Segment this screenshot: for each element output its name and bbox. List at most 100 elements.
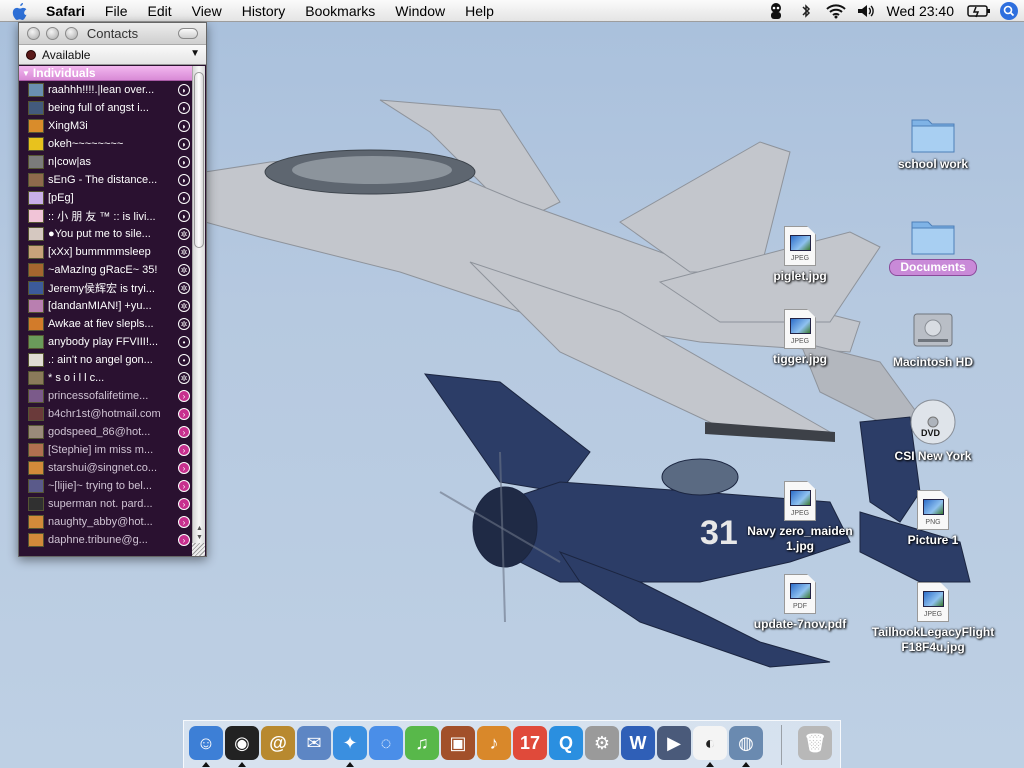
dvd-icon[interactable]: DVD	[909, 398, 957, 446]
desktop-item-label[interactable]: CSI New York	[895, 449, 972, 464]
folder-icon[interactable]	[910, 112, 956, 154]
desktop-item[interactable]: Documents	[868, 214, 998, 276]
buddy-row[interactable]: [xXx] bummmmsleep ✲	[19, 243, 193, 261]
buddy-row[interactable]: XingM3i ◗	[19, 117, 193, 135]
apple-icon[interactable]	[0, 0, 40, 22]
quicktime-icon[interactable]: Q	[549, 726, 583, 760]
desktop-item[interactable]: JPEG tigger.jpg	[735, 309, 865, 367]
buddy-row[interactable]: Awkae at fiev slepls... ✲	[19, 315, 193, 333]
trash-icon[interactable]: 🗑	[798, 726, 832, 760]
buddy-row[interactable]: ~aMazIng gRacE~ 35! ✲	[19, 261, 193, 279]
resize-grip[interactable]	[192, 543, 205, 556]
toolbar-toggle-button[interactable]	[178, 28, 198, 39]
scroll-arrows[interactable]: ▲ ▼	[193, 524, 206, 542]
menu-window[interactable]: Window	[385, 0, 455, 22]
buddy-row[interactable]: sEnG - The distance... ◗	[19, 171, 193, 189]
jpeg-file-icon[interactable]: JPEG	[784, 481, 816, 521]
buddy-row[interactable]: ●You put me to sile... ✲	[19, 225, 193, 243]
desktop-item[interactable]: DVD CSI New York	[868, 398, 998, 464]
address-book-icon[interactable]: @	[261, 726, 295, 760]
desktop-item[interactable]: JPEG TailhookLegacyFlight F18F4u.jpg	[868, 582, 998, 655]
buddy-status-icon: ◗	[178, 174, 190, 186]
desktop-item-label[interactable]: update-7nov.pdf	[754, 617, 846, 632]
preview-icon[interactable]: ◍	[729, 726, 763, 760]
desktop-item[interactable]: Macintosh HD	[868, 306, 998, 370]
buddy-row[interactable]: Jeremy侯辉宏 is tryi... ✲	[19, 279, 193, 297]
menu-clock[interactable]: Wed 23:40	[881, 3, 964, 19]
itunes-icon[interactable]: ♫	[405, 726, 439, 760]
buddy-avatar	[28, 245, 44, 259]
word-icon[interactable]: W	[621, 726, 655, 760]
desktop-item-label[interactable]: Picture 1	[908, 533, 959, 548]
buddy-row[interactable]: okeh~~~~~~~~ ◗	[19, 135, 193, 153]
buddy-row[interactable]: anybody play FFVIII!... •	[19, 333, 193, 351]
imovie-icon[interactable]: ▶	[657, 726, 691, 760]
ichat-icon[interactable]: ◌	[369, 726, 403, 760]
battery-icon[interactable]	[964, 0, 994, 22]
volume-icon[interactable]	[851, 0, 881, 22]
menu-edit[interactable]: Edit	[137, 0, 181, 22]
buddy-row[interactable]: [dandanMIAN!] +yu... ✲	[19, 297, 193, 315]
buddy-row[interactable]: [pEg] ◗	[19, 189, 193, 207]
desktop-item[interactable]: PNG Picture 1	[868, 490, 998, 548]
bluetooth-icon[interactable]	[791, 0, 821, 22]
desktop-item[interactable]: PDF update-7nov.pdf	[735, 574, 865, 632]
dashboard-icon[interactable]: ◉	[225, 726, 259, 760]
buddy-row[interactable]: superman not. pard... ›	[19, 495, 193, 513]
finder-icon[interactable]: ☺	[189, 726, 223, 760]
desktop-item-label[interactable]: school work	[898, 157, 968, 172]
buddy-row[interactable]: godspeed_86@hot... ›	[19, 423, 193, 441]
desktop-item[interactable]: school work	[868, 112, 998, 172]
buddy-row[interactable]: n|cow|as ◗	[19, 153, 193, 171]
hard-drive-icon[interactable]	[910, 306, 956, 352]
safari-icon[interactable]: ✦	[333, 726, 367, 760]
wifi-icon[interactable]	[821, 0, 851, 22]
buddy-list-scrollbar[interactable]: ▲ ▼	[192, 66, 205, 556]
buddy-row[interactable]: princessofalifetime... ›	[19, 387, 193, 405]
status-selector[interactable]: Available ▼	[19, 45, 206, 65]
menu-history[interactable]: History	[232, 0, 296, 22]
buddy-row[interactable]: .: ain't no angel gon... •	[19, 351, 193, 369]
scrollbar-thumb[interactable]	[194, 72, 204, 248]
adium-icon[interactable]: ◐	[693, 726, 727, 760]
jpeg-file-icon[interactable]: JPEG	[784, 226, 816, 266]
desktop-item-label[interactable]: Macintosh HD	[893, 355, 973, 370]
png-file-icon[interactable]: PNG	[917, 490, 949, 530]
desktop-item-label[interactable]: piglet.jpg	[773, 269, 826, 284]
desktop-item-label[interactable]: TailhookLegacyFlight F18F4u.jpg	[868, 625, 998, 655]
pdf-file-icon[interactable]: PDF	[784, 574, 816, 614]
desktop-item-label[interactable]: Documents	[889, 259, 977, 276]
menu-view[interactable]: View	[182, 0, 232, 22]
desktop-item[interactable]: JPEG piglet.jpg	[735, 226, 865, 284]
buddy-row[interactable]: daphne.tribune@g... ›	[19, 531, 193, 549]
buddy-row[interactable]: * s o i l l c... ✲	[19, 369, 193, 387]
buddy-row[interactable]: [Stephie] im miss m... ›	[19, 441, 193, 459]
ical-icon[interactable]: 17	[513, 726, 547, 760]
iphoto-icon[interactable]: ▣	[441, 726, 475, 760]
folder-icon[interactable]	[910, 214, 956, 256]
desktop-item-label[interactable]: Navy zero_maiden 1.jpg	[735, 524, 865, 554]
menu-app-name[interactable]: Safari	[40, 0, 95, 22]
group-header-individuals[interactable]: ▼ Individuals	[19, 66, 193, 81]
buddy-row[interactable]: naughty_abby@hot... ›	[19, 513, 193, 531]
desktop-item-label[interactable]: tigger.jpg	[773, 352, 827, 367]
buddy-row[interactable]: being full of angst i... ◗	[19, 99, 193, 117]
desktop-item[interactable]: JPEG Navy zero_maiden 1.jpg	[735, 481, 865, 554]
menu-file[interactable]: File	[95, 0, 138, 22]
spotlight-search-icon[interactable]	[994, 0, 1024, 22]
jpeg-file-icon[interactable]: JPEG	[784, 309, 816, 349]
mail-icon[interactable]: ✉	[297, 726, 331, 760]
buddy-row[interactable]: :: 小 朋 友 ™ :: is livi... ◗	[19, 207, 193, 225]
menu-help[interactable]: Help	[455, 0, 504, 22]
ichat-buddy-icon[interactable]	[761, 0, 791, 22]
contacts-titlebar[interactable]: Contacts	[19, 23, 206, 45]
garageband-icon[interactable]: ♪	[477, 726, 511, 760]
buddy-row[interactable]: raahhh!!!!.|lean over... ◗	[19, 81, 193, 99]
buddy-row[interactable]: b4chr1st@hotmail.com ›	[19, 405, 193, 423]
menu-bookmarks[interactable]: Bookmarks	[295, 0, 385, 22]
buddy-row[interactable]: starshui@singnet.co... ›	[19, 459, 193, 477]
system-preferences-icon[interactable]: ⚙	[585, 726, 619, 760]
buddy-row[interactable]: ~[lijie]~ trying to bel... ›	[19, 477, 193, 495]
disclosure-triangle-icon[interactable]: ▼	[22, 69, 30, 78]
jpeg-file-icon[interactable]: JPEG	[917, 582, 949, 622]
